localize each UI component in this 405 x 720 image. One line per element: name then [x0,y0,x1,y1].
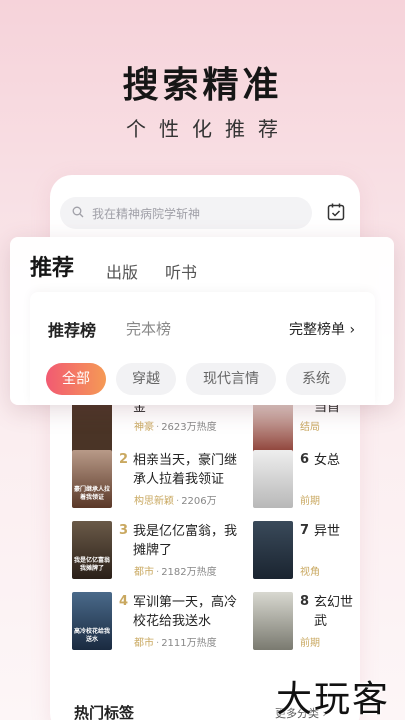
chip-time-travel[interactable]: 穿越 [116,363,176,395]
calendar-check-icon[interactable] [326,202,346,222]
tab-publish[interactable]: 出版 [106,259,138,283]
book-title: 女总 [314,453,341,468]
book-category: 都市 [134,638,154,649]
rank-number: 4 [119,594,129,609]
book-category: 神豪 [134,422,154,433]
meta-separator: · [176,496,180,507]
book-cover [253,592,293,650]
hero-title: 搜索精准 [122,64,283,106]
hero-subtitle: 个性化推荐 [126,117,291,141]
book-heat: 2623万热度 [161,422,217,433]
rank-number: 6 [300,452,310,467]
book-title: 相亲当天，豪门继承人拉着我领证 [133,453,238,487]
book-cover: 我是亿亿富翁我摊牌了 [72,521,112,579]
book-cover: 豪门继承人拉着我领证 [72,450,112,508]
rank-number: 3 [119,523,129,538]
ranking-card: 推荐榜 完本榜 完整榜单 › 全部 穿越 现代言情 系统 [30,292,375,405]
chip-all[interactable]: 全部 [46,363,106,395]
tab-recommend[interactable]: 推荐 [30,250,74,282]
book-title: 异世 [314,524,341,539]
meta-separator: · [156,422,160,433]
book-cover-text: 我是亿亿富翁我摊牌了 [73,557,110,572]
book-title: 我是亿亿富翁，我摊牌了 [133,524,238,558]
rank-number: 7 [300,523,310,538]
book-category: 都市 [134,567,154,578]
meta-separator: · [156,567,160,578]
search-input[interactable]: 我在精神病院学斩神 [60,197,312,229]
book-meta: 前期 [300,638,320,649]
list-item[interactable]: 我是亿亿富翁我摊牌了 3 我是亿亿富翁，我摊牌了 都市 · 2182万热度 7 异世… [50,521,360,585]
book-meta: 都市 · 2182万热度 [134,563,217,578]
hot-tags-heading: 热门标签 [74,704,135,720]
meta-separator: · [156,638,160,649]
tab-recommend-ranking[interactable]: 推荐榜 [48,317,96,341]
book-title: 玄幻世武 [314,595,354,629]
book-cover [253,397,293,455]
watermark-logo: 大玩客 [276,679,391,720]
book-title: 军训第一天，高冷校花给我送水 [133,595,238,629]
book-heat: 2206万 [181,496,217,507]
book-meta: 都市 · 2111万热度 [134,634,217,649]
tab-completed-ranking[interactable]: 完本榜 [126,318,171,339]
book-heat: 2111万热度 [161,638,217,649]
book-cover [253,521,293,579]
book-meta: 构思新颖 · 2206万 [134,492,217,507]
rank-number: 8 [300,594,310,609]
rank-number: 2 [119,452,129,467]
book-meta: 神豪 · 2623万热度 [134,418,217,433]
list-item[interactable]: 豪门继承人拉着我领证 2 相亲当天，豪门继承人拉着我领证 构思新颖 · 2206万 … [50,450,360,514]
book-cover [72,397,112,455]
chip-system[interactable]: 系统 [286,363,346,395]
book-cover-text: 高冷校花给我送水 [73,628,110,643]
search-placeholder: 我在精神病院学斩神 [92,207,201,221]
book-cover [253,450,293,508]
book-meta: 结局 [300,422,320,433]
book-heat: 2182万热度 [161,567,217,578]
book-category: 构思新颖 [134,496,174,507]
list-item[interactable]: 高冷校花给我送水 4 军训第一天，高冷校花给我送水 都市 · 2111万热度 8 玄… [50,592,360,656]
book-meta: 前期 [300,496,320,507]
tab-panel: 推荐 出版 听书 推荐榜 完本榜 完整榜单 › 全部 穿越 现代言情 系统 [10,237,394,405]
tab-audiobook[interactable]: 听书 [165,259,197,283]
book-cover: 高冷校花给我送水 [72,592,112,650]
search-icon [72,206,84,218]
chip-modern-romance[interactable]: 现代言情 [186,363,276,395]
book-meta: 视角 [300,567,320,578]
book-cover-text: 豪门继承人拉着我领证 [73,486,110,501]
full-ranking-link[interactable]: 完整榜单 › [289,319,355,339]
